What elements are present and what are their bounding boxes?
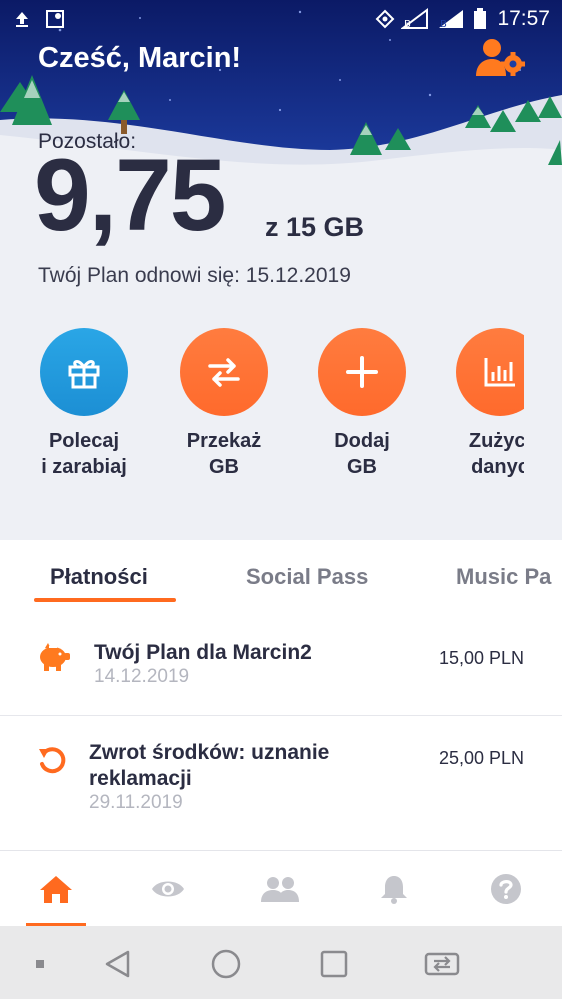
data-usage-button[interactable]: Zużyci danyc <box>425 328 524 480</box>
map-pin-icon <box>46 10 64 28</box>
tab-platnosci[interactable]: Płatności <box>50 564 148 590</box>
nav-notifications[interactable] <box>364 869 424 909</box>
svg-text:B: B <box>440 19 447 30</box>
status-bar: B B 17:57 <box>0 0 562 38</box>
user-gear-icon <box>476 39 525 76</box>
bell-icon <box>381 876 407 904</box>
payment-date: 29.11.2019 <box>89 792 183 813</box>
greeting-title: Cześć, Marcin! <box>38 42 242 74</box>
plus-icon <box>318 328 406 416</box>
payment-title: Zwrot środków: uznanie reklamacji <box>89 740 329 792</box>
tab-social-pass[interactable]: Social Pass <box>246 564 368 590</box>
nav-home[interactable] <box>26 869 86 909</box>
help-icon <box>491 874 521 904</box>
add-gb-button[interactable]: Dodaj GB <box>287 328 437 480</box>
payment-row[interactable]: Zwrot środków: uznanie reklamacji 29.11.… <box>0 716 562 844</box>
action-label-line2: GB <box>347 456 377 478</box>
system-home-button[interactable] <box>208 946 244 982</box>
hero-section: B B 17:57 Cześć, Marcin! Pozostało: 9,75… <box>0 0 562 540</box>
svg-text:B: B <box>404 19 411 30</box>
payment-amount: 15,00 PLN <box>438 648 524 668</box>
refund-icon <box>36 744 68 781</box>
action-label-line2: GB <box>209 456 239 478</box>
payment-row[interactable]: Twój Plan dla Marcin2 14.12.2019 15,00 P… <box>0 620 562 715</box>
action-label-line1: Zużyci <box>468 430 524 452</box>
payment-amount: 25,00 PLN <box>438 748 524 768</box>
transfer-icon <box>180 328 268 416</box>
bottom-navigation <box>0 850 562 926</box>
status-time: 17:57 <box>497 7 550 30</box>
nav-friends[interactable] <box>250 869 310 909</box>
refer-and-earn-button[interactable]: Polecaj i zarabiaj <box>9 328 159 480</box>
gift-icon <box>40 328 128 416</box>
home-icon <box>40 876 72 903</box>
piggy-bank-icon <box>36 642 72 677</box>
home-circle-icon <box>211 949 241 979</box>
system-switch-button[interactable] <box>424 946 460 982</box>
people-icon <box>261 877 299 902</box>
system-menu-dot[interactable] <box>22 946 58 982</box>
system-recents-button[interactable] <box>316 946 352 982</box>
action-label-line1: Dodaj <box>334 430 390 452</box>
remaining-data-value: 9,75 <box>34 138 227 252</box>
payment-title-line1: Zwrot środków: uznanie <box>89 741 330 764</box>
nav-help[interactable] <box>476 869 536 909</box>
system-back-button[interactable] <box>100 946 136 982</box>
battery-icon <box>474 8 487 29</box>
account-settings-button[interactable] <box>474 36 530 82</box>
payment-title-line2: reklamacji <box>89 767 192 790</box>
payment-date: 14.12.2019 <box>94 666 190 687</box>
switch-apps-icon <box>424 952 460 976</box>
quick-actions: Polecaj i zarabiaj Przekaż GB Dodaj GB Zuży… <box>0 328 562 488</box>
plan-renewal-date: Twój Plan odnowi się: 15.12.2019 <box>38 264 351 287</box>
vpn-key-icon <box>376 9 395 29</box>
active-tab-indicator <box>34 598 176 602</box>
signal-icon: B <box>401 8 429 30</box>
recents-square-icon <box>320 950 348 978</box>
signal-icon-2: B <box>439 10 464 30</box>
action-label-line1: Polecaj <box>48 430 120 452</box>
action-label-line1: Przekaż <box>186 430 262 452</box>
eye-icon <box>152 881 184 897</box>
transfer-gb-button[interactable]: Przekaż GB <box>149 328 299 480</box>
back-triangle-icon <box>105 950 130 978</box>
upload-icon <box>16 12 28 27</box>
action-label-line2: danyc <box>471 456 524 478</box>
data-total: z 15 GB <box>265 212 365 242</box>
action-label-line2: i zarabiaj <box>41 456 127 478</box>
system-navigation-bar <box>0 926 562 999</box>
nav-view[interactable] <box>138 869 198 909</box>
tab-music-pass[interactable]: Music Pa <box>456 564 551 590</box>
dot-icon <box>36 960 44 968</box>
payment-title: Twój Plan dla Marcin2 <box>94 641 312 664</box>
bar-chart-icon <box>456 328 524 416</box>
payments-tabs: Płatności Social Pass Music Pa <box>0 540 562 606</box>
